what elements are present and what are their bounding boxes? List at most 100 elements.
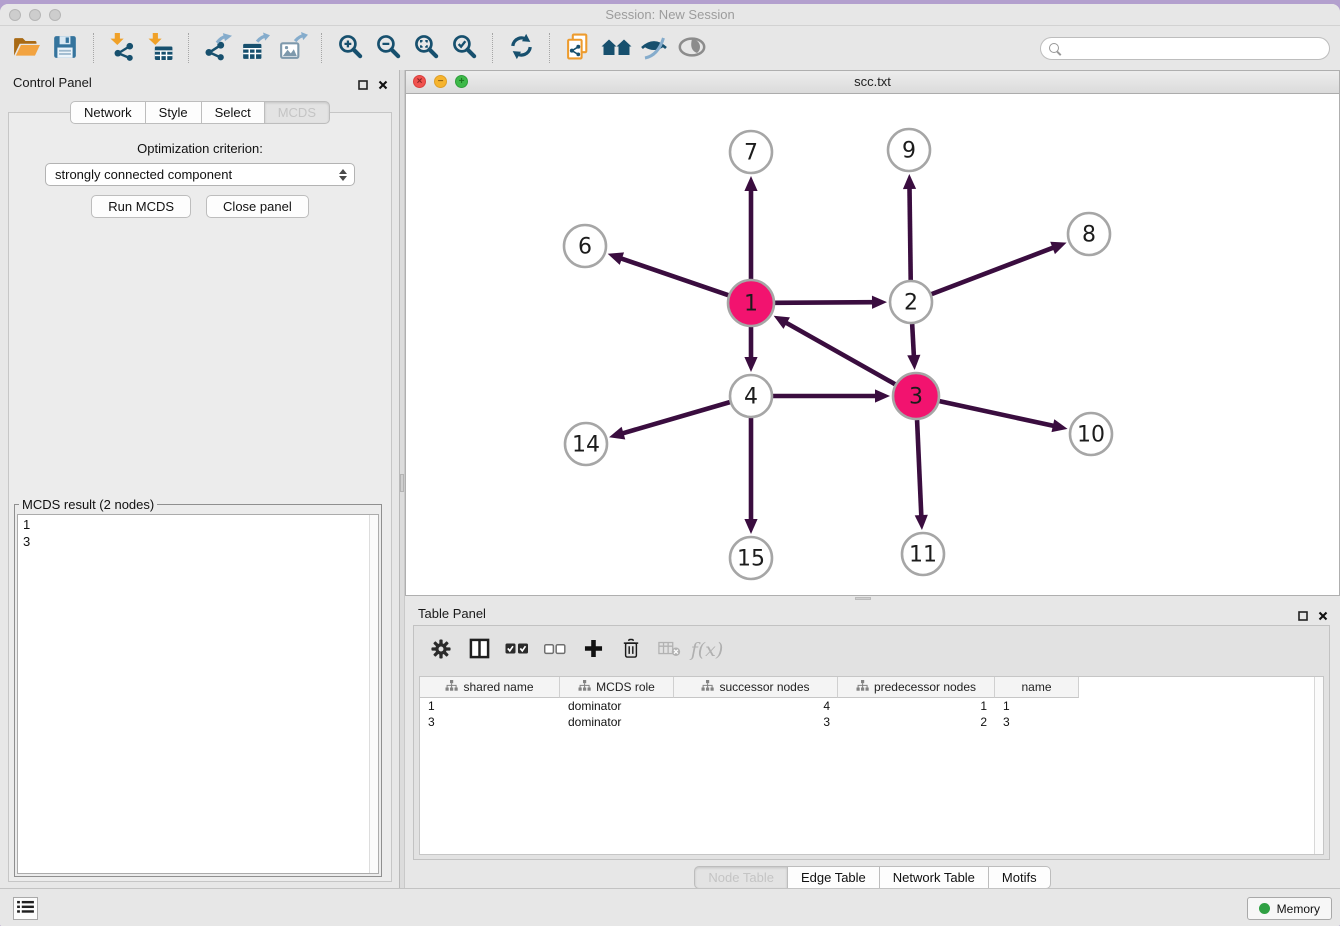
graph-node-3[interactable]: 3 bbox=[893, 373, 939, 419]
graph-edge-3-11[interactable] bbox=[915, 420, 928, 530]
graph-node-4[interactable]: 4 bbox=[730, 375, 772, 417]
table-row[interactable]: 1dominator411 bbox=[420, 698, 1323, 714]
control-panel: Control Panel NetworkStyleSelectMCDS Opt… bbox=[0, 70, 400, 892]
graph-edge-3-1[interactable] bbox=[774, 316, 895, 384]
network-view-title: scc.txt bbox=[406, 71, 1339, 93]
zoom-selected-button[interactable] bbox=[445, 30, 483, 66]
network-window-controls: × − + bbox=[413, 75, 468, 88]
result-scrollbar[interactable] bbox=[369, 515, 378, 873]
deselect-all-rows-button[interactable] bbox=[538, 634, 572, 666]
memory-button[interactable]: Memory bbox=[1247, 897, 1332, 920]
toolbar-separator bbox=[321, 33, 322, 63]
search-icon bbox=[1049, 43, 1059, 53]
import-table-button[interactable] bbox=[141, 30, 179, 66]
save-session-button[interactable] bbox=[46, 30, 84, 66]
splitter-grip[interactable] bbox=[855, 597, 871, 600]
tab-node-table[interactable]: Node Table bbox=[694, 866, 788, 889]
run-mcds-button[interactable]: Run MCDS bbox=[91, 195, 191, 218]
float-panel-icon[interactable] bbox=[1298, 608, 1308, 626]
graph-edge-4-15[interactable] bbox=[744, 418, 757, 534]
graph-node-8[interactable]: 8 bbox=[1068, 213, 1110, 255]
float-panel-icon[interactable] bbox=[358, 77, 368, 95]
column-header-shared-name[interactable]: shared name bbox=[420, 677, 560, 698]
graph-edge-2-8[interactable] bbox=[932, 242, 1067, 294]
open-session-button[interactable] bbox=[8, 30, 46, 66]
zoom-window-button[interactable] bbox=[49, 9, 61, 21]
zoom-fit-button[interactable] bbox=[407, 30, 445, 66]
refresh-view-button[interactable] bbox=[502, 30, 540, 66]
graph-node-15[interactable]: 15 bbox=[730, 537, 772, 579]
column-header-MCDS-role[interactable]: MCDS role bbox=[560, 677, 674, 698]
graph-node-9[interactable]: 9 bbox=[888, 129, 930, 171]
zoom-out-button[interactable] bbox=[369, 30, 407, 66]
maximize-view-button[interactable]: + bbox=[455, 75, 468, 88]
clone-network-button[interactable] bbox=[559, 30, 597, 66]
minimize-view-button[interactable]: − bbox=[434, 75, 447, 88]
hide-unselected-button[interactable] bbox=[635, 30, 673, 66]
tab-network[interactable]: Network bbox=[70, 101, 146, 124]
graph-edge-1-2[interactable] bbox=[775, 296, 887, 309]
tab-select[interactable]: Select bbox=[201, 101, 265, 124]
tab-style[interactable]: Style bbox=[145, 101, 202, 124]
graph-edge-2-9[interactable] bbox=[903, 174, 916, 280]
zoom-in-button[interactable] bbox=[331, 30, 369, 66]
table-row[interactable]: 3dominator323 bbox=[420, 714, 1323, 730]
svg-text:11: 11 bbox=[909, 543, 937, 568]
graph-edge-4-14[interactable] bbox=[609, 402, 730, 439]
tab-network-table[interactable]: Network Table bbox=[879, 866, 989, 889]
graph-edge-2-3[interactable] bbox=[907, 324, 920, 370]
mcds-result-item[interactable]: 1 bbox=[23, 516, 373, 533]
export-image-button[interactable] bbox=[274, 30, 312, 66]
close-panel-button[interactable]: Close panel bbox=[206, 195, 309, 218]
close-panel-icon[interactable] bbox=[1318, 608, 1328, 626]
graph-edge-3-10[interactable] bbox=[939, 401, 1067, 432]
svg-text:9: 9 bbox=[902, 139, 916, 164]
import-network-button[interactable] bbox=[103, 30, 141, 66]
network-canvas[interactable]: 7 9 6 8 1 2 4 3 14 10 15 11 bbox=[407, 94, 1338, 594]
search-input[interactable] bbox=[1063, 41, 1329, 55]
close-panel-icon[interactable] bbox=[378, 77, 388, 95]
close-window-button[interactable] bbox=[9, 9, 21, 21]
table-scrollbar[interactable] bbox=[1314, 677, 1323, 854]
graph-node-14[interactable]: 14 bbox=[565, 423, 607, 465]
graph-node-10[interactable]: 10 bbox=[1070, 413, 1112, 455]
export-table-button[interactable] bbox=[236, 30, 274, 66]
tab-motifs[interactable]: Motifs bbox=[988, 866, 1051, 889]
control-panel-title: Control Panel bbox=[13, 75, 92, 90]
graph-node-7[interactable]: 7 bbox=[730, 131, 772, 173]
tab-mcds[interactable]: MCDS bbox=[264, 101, 330, 124]
add-row-button[interactable] bbox=[576, 634, 610, 666]
column-header-name[interactable]: name bbox=[995, 677, 1079, 698]
table-cell: 4 bbox=[674, 699, 838, 713]
svg-text:1: 1 bbox=[744, 292, 758, 317]
splitter-grip[interactable] bbox=[400, 474, 404, 492]
show-all-button[interactable] bbox=[673, 30, 711, 66]
graph-edge-1-4[interactable] bbox=[744, 327, 757, 372]
mcds-result-list[interactable]: 13 bbox=[17, 514, 379, 874]
close-view-button[interactable]: × bbox=[413, 75, 426, 88]
mcds-result-item[interactable]: 3 bbox=[23, 533, 373, 550]
graph-node-1[interactable]: 1 bbox=[728, 280, 774, 326]
graph-edge-1-6[interactable] bbox=[608, 252, 729, 295]
settings-gear-button[interactable] bbox=[424, 634, 458, 666]
svg-text:15: 15 bbox=[737, 547, 765, 572]
task-history-button[interactable] bbox=[13, 897, 38, 920]
minimize-window-button[interactable] bbox=[29, 9, 41, 21]
home-view-button[interactable] bbox=[597, 30, 635, 66]
delete-row-button[interactable] bbox=[614, 634, 648, 666]
graph-edge-1-7[interactable] bbox=[744, 176, 757, 279]
hierarchy-icon bbox=[701, 680, 714, 694]
criterion-dropdown[interactable]: strongly connected component bbox=[45, 163, 355, 186]
graph-node-11[interactable]: 11 bbox=[902, 533, 944, 575]
graph-edge-4-3[interactable] bbox=[773, 389, 890, 402]
column-header-predecessor-nodes[interactable]: predecessor nodes bbox=[838, 677, 995, 698]
column-header-successor-nodes[interactable]: successor nodes bbox=[674, 677, 838, 698]
graph-node-6[interactable]: 6 bbox=[564, 225, 606, 267]
control-panel-buttons bbox=[358, 77, 388, 95]
mcds-result-title: MCDS result (2 nodes) bbox=[19, 497, 157, 512]
tab-edge-table[interactable]: Edge Table bbox=[787, 866, 880, 889]
graph-node-2[interactable]: 2 bbox=[890, 281, 932, 323]
show-columns-button[interactable] bbox=[462, 634, 496, 666]
export-network-button[interactable] bbox=[198, 30, 236, 66]
select-all-rows-button[interactable] bbox=[500, 634, 534, 666]
